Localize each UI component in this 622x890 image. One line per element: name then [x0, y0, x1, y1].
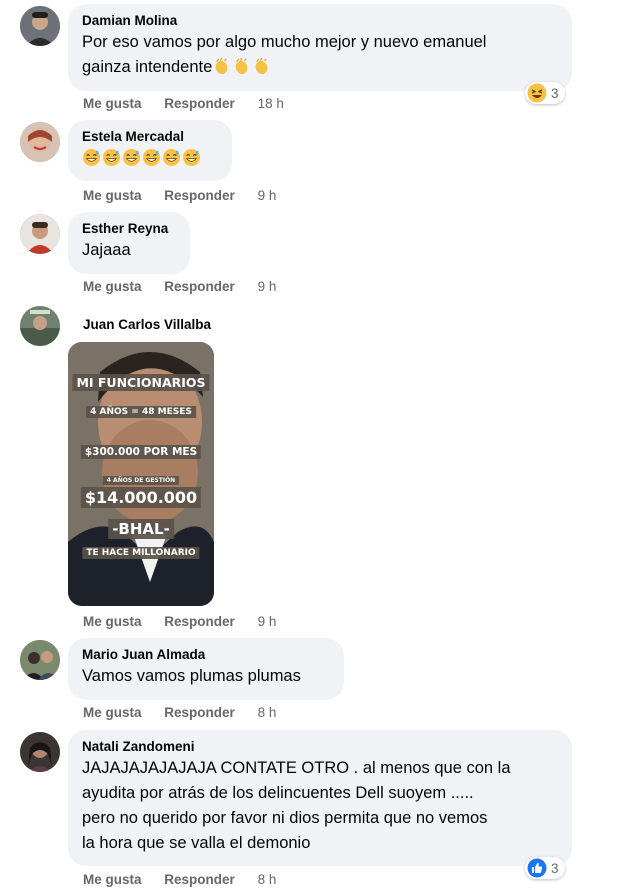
- comment-author[interactable]: Damian Molina: [82, 12, 558, 30]
- comment-timestamp[interactable]: 18 h: [258, 96, 284, 111]
- reply-button[interactable]: Responder: [164, 188, 235, 203]
- comment-text: Vamos vamos plumas plumas: [82, 667, 301, 685]
- comment-image[interactable]: MI FUNCIONARIOS 4 AÑOS = 48 MESES $300.0…: [68, 342, 214, 606]
- like-button[interactable]: Me gusta: [83, 705, 142, 720]
- comment-actions: Me gusta Responder 8 h: [83, 705, 276, 720]
- comment-actions: Me gusta Responder 9 h: [83, 188, 276, 203]
- like-thumb-icon: [527, 858, 547, 878]
- comment-text-line1: JAJAJAJAJAJAJA CONTATE OTRO . al menos q…: [82, 759, 511, 777]
- comment-timestamp[interactable]: 9 h: [258, 279, 277, 294]
- comment-author[interactable]: Mario Juan Almada: [82, 646, 330, 664]
- avatar[interactable]: [20, 214, 60, 254]
- comment-author[interactable]: Natali Zandomeni: [82, 738, 558, 756]
- comment-timestamp[interactable]: 9 h: [258, 188, 277, 203]
- reply-button[interactable]: Responder: [164, 705, 235, 720]
- avatar[interactable]: [20, 122, 60, 162]
- comment-actions: Me gusta Responder 8 h: [83, 872, 276, 887]
- like-button[interactable]: Me gusta: [83, 872, 142, 887]
- image-tagline: TE HACE MILLONARIO: [82, 547, 200, 559]
- avatar[interactable]: [20, 640, 60, 680]
- clapping-hands-icon: [252, 57, 271, 76]
- clapping-hands-icon: [212, 57, 231, 76]
- comment-timestamp[interactable]: 9 h: [258, 614, 277, 629]
- grinning-sweat-emoji-icon: [102, 148, 121, 167]
- comment-text-line3: pero no querido por favor ni dios permit…: [82, 809, 488, 827]
- like-button[interactable]: Me gusta: [83, 188, 142, 203]
- image-title: MI FUNCIONARIOS: [72, 374, 210, 391]
- comment-bubble: Esther Reyna Jajaaa: [68, 212, 190, 274]
- grinning-sweat-emoji-icon: [142, 148, 161, 167]
- comment-text: Por eso vamos por algo mucho mejor y nue…: [82, 33, 487, 51]
- comment-text-line4: la hora que se valla el demonio: [82, 834, 311, 852]
- comment-actions: Me gusta Responder 9 h: [83, 614, 276, 629]
- comment-text: Jajaaa: [82, 241, 131, 259]
- grinning-sweat-emoji-icon: [82, 148, 101, 167]
- comment-bubble: Damian Molina Por eso vamos por algo muc…: [68, 4, 572, 91]
- reaction-count: 3: [551, 860, 559, 876]
- comment-actions: Me gusta Responder 9 h: [83, 279, 276, 294]
- image-line1: 4 AÑOS = 48 MESES: [86, 406, 196, 418]
- reply-button[interactable]: Responder: [164, 279, 235, 294]
- reaction-summary[interactable]: 3: [525, 82, 565, 104]
- comment-timestamp[interactable]: 8 h: [258, 705, 277, 720]
- comment-bubble: Estela Mercadal: [68, 120, 232, 181]
- reply-button[interactable]: Responder: [164, 872, 235, 887]
- reaction-summary[interactable]: 3: [525, 857, 565, 879]
- comment-bubble: Mario Juan Almada Vamos vamos plumas plu…: [68, 638, 344, 700]
- clapping-hands-icon: [232, 57, 251, 76]
- comment-author[interactable]: Estela Mercadal: [82, 128, 218, 146]
- reaction-count: 3: [551, 85, 559, 101]
- comment-author[interactable]: Juan Carlos Villalba: [83, 316, 211, 334]
- image-name: -BHAL-: [108, 519, 174, 539]
- comment-bubble: Natali Zandomeni JAJAJAJAJAJAJA CONTATE …: [68, 730, 572, 866]
- comment-actions: Me gusta Responder 18 h: [83, 96, 284, 111]
- grinning-sweat-emoji-icon: [182, 148, 201, 167]
- reply-button[interactable]: Responder: [164, 614, 235, 629]
- avatar[interactable]: [20, 732, 60, 772]
- image-amount: $14.000.000: [80, 487, 202, 508]
- grinning-sweat-emoji-icon: [122, 148, 141, 167]
- comment-text-line2: gainza intendente: [82, 55, 558, 80]
- like-button[interactable]: Me gusta: [83, 614, 142, 629]
- avatar[interactable]: [20, 6, 60, 46]
- like-button[interactable]: Me gusta: [83, 279, 142, 294]
- grinning-sweat-emoji-icon: [162, 148, 181, 167]
- comment-emoji-row: [82, 146, 218, 171]
- comment-timestamp[interactable]: 8 h: [258, 872, 277, 887]
- laughing-emoji-icon: [527, 83, 547, 103]
- avatar[interactable]: [20, 306, 60, 346]
- comment-author[interactable]: Esther Reyna: [82, 220, 176, 238]
- image-line2: $300.000 POR MES: [80, 445, 202, 459]
- like-button[interactable]: Me gusta: [83, 96, 142, 111]
- reply-button[interactable]: Responder: [164, 96, 235, 111]
- image-line3: 4 AÑOS DE GESTIÓN: [102, 476, 180, 485]
- comment-text-line2: ayudita por atrás de los delincuentes De…: [82, 784, 474, 802]
